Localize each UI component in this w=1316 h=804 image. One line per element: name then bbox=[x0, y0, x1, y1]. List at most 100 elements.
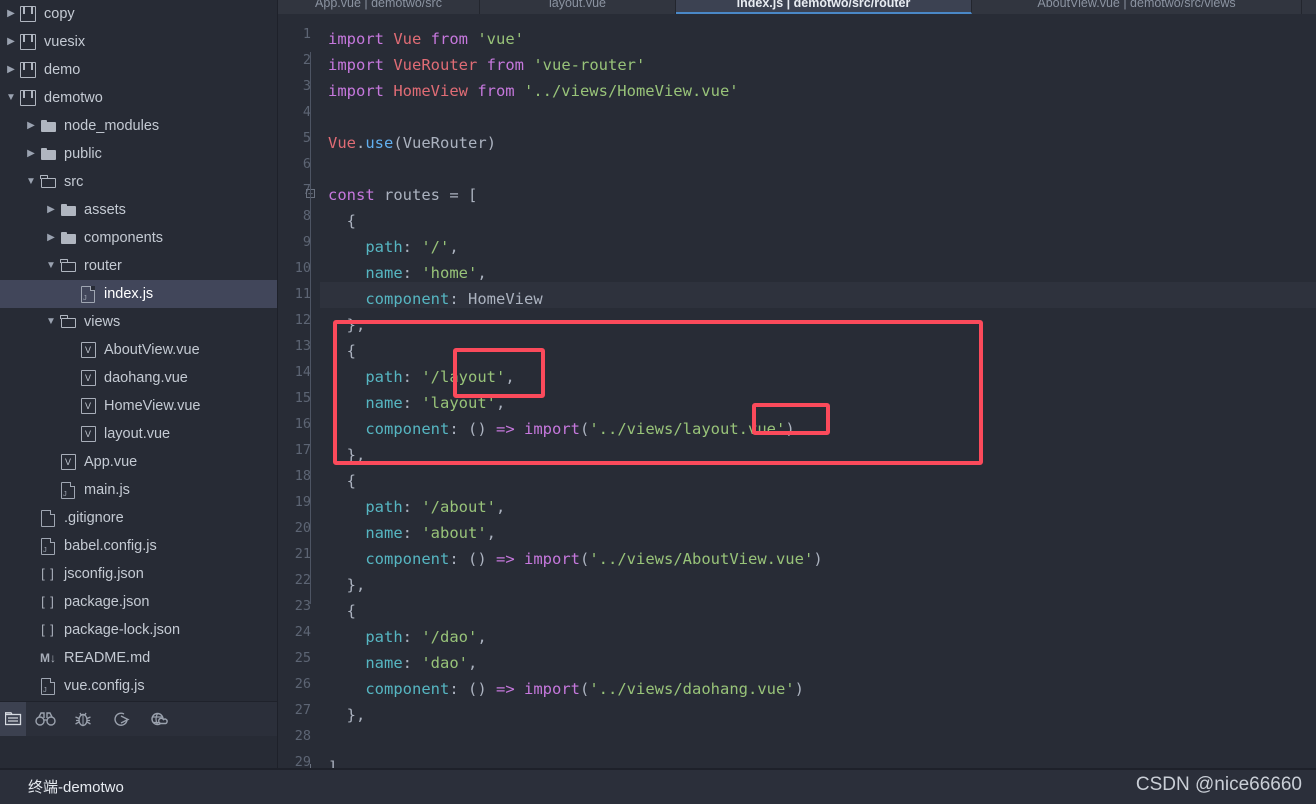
project-icon[interactable] bbox=[0, 702, 26, 736]
code-token: routes bbox=[384, 186, 440, 204]
editor-tab[interactable]: layout.vue bbox=[480, 0, 676, 14]
code-line[interactable]: name: 'dao', bbox=[328, 650, 477, 676]
folder-icon bbox=[38, 118, 58, 134]
tree-item[interactable]: ▶ node_modules bbox=[0, 112, 278, 140]
tree-item[interactable]: [ ] package-lock.json bbox=[0, 616, 278, 644]
tree-item[interactable]: ▶ demo bbox=[0, 56, 278, 84]
tree-item[interactable]: Jmain.js bbox=[0, 476, 278, 504]
tree-item[interactable]: ▼ src bbox=[0, 168, 278, 196]
code-line[interactable]: name: 'layout', bbox=[328, 390, 505, 416]
code-token: name bbox=[365, 394, 403, 412]
tree-item[interactable]: ▶ assets bbox=[0, 196, 278, 224]
find-icon[interactable] bbox=[26, 702, 64, 736]
line-number: 10 bbox=[294, 260, 311, 276]
tree-item[interactable]: ▶ vuesix bbox=[0, 28, 278, 56]
code-line[interactable]: }, bbox=[328, 312, 366, 338]
tree-item[interactable]: Vdaohang.vue bbox=[0, 364, 278, 392]
tree-item[interactable]: V HomeView.vue bbox=[0, 392, 278, 420]
line-number-gutter[interactable]: 1234567–89101112131415161718192021222324… bbox=[278, 14, 320, 773]
tree-item[interactable]: ▶ copy bbox=[0, 0, 278, 28]
tree-item-label: jsconfig.json bbox=[64, 566, 144, 582]
chevron-right-icon[interactable]: ▶ bbox=[44, 224, 58, 252]
code-line[interactable]: name: 'about', bbox=[328, 520, 496, 546]
tree-item-selected[interactable]: Jindex.js bbox=[0, 280, 278, 308]
editor-tab-active[interactable]: index.js | demotwo/src/router bbox=[676, 0, 972, 14]
terminal-tab-label[interactable]: 终端-demotwo bbox=[28, 776, 124, 797]
code-token: : bbox=[402, 498, 422, 516]
sidebar-tool-strip bbox=[0, 701, 278, 736]
tree-item[interactable]: ▶ components bbox=[0, 224, 278, 252]
chevron-down-icon[interactable]: ▼ bbox=[24, 168, 38, 196]
code-line[interactable]: { bbox=[328, 208, 356, 234]
chevron-right-icon[interactable]: ▶ bbox=[4, 56, 18, 84]
code-line[interactable]: }, bbox=[328, 702, 366, 728]
editor-body[interactable]: 1234567–89101112131415161718192021222324… bbox=[278, 14, 1316, 776]
tree-item[interactable]: Jvue.config.js bbox=[0, 672, 278, 700]
code-line[interactable]: component: () => import('../views/AboutV… bbox=[328, 546, 823, 572]
tree-item[interactable]: [ ] jsconfig.json bbox=[0, 560, 278, 588]
editor-tab-bar[interactable]: App.vue | demotwo/src layout.vue index.js … bbox=[278, 0, 1316, 14]
tree-item-label: daohang.vue bbox=[104, 370, 188, 386]
tree-item[interactable]: ▼ router bbox=[0, 252, 278, 280]
code-token: : bbox=[402, 524, 422, 542]
chevron-right-icon[interactable]: ▶ bbox=[24, 140, 38, 168]
run-icon[interactable] bbox=[102, 702, 140, 736]
code-line[interactable]: component: HomeView bbox=[328, 286, 542, 312]
code-token: () bbox=[468, 420, 487, 438]
code-token: ) bbox=[813, 550, 823, 568]
code-line[interactable]: }, bbox=[328, 572, 366, 598]
code-token: 'home' bbox=[421, 264, 478, 282]
code-line[interactable]: { bbox=[328, 338, 356, 364]
chevron-right-icon[interactable]: ▶ bbox=[24, 112, 38, 140]
code-line[interactable]: component: () => import('../views/daohan… bbox=[328, 676, 804, 702]
vue-file-icon: V bbox=[78, 398, 98, 414]
tree-item[interactable]: Jbabel.config.js bbox=[0, 532, 278, 560]
code-line[interactable]: Vue.use(VueRouter) bbox=[328, 130, 496, 156]
code-token: import bbox=[328, 30, 394, 48]
tree-item[interactable]: [ ] package.json bbox=[0, 588, 278, 616]
code-line[interactable]: path: '/', bbox=[328, 234, 458, 260]
code-line[interactable]: component: () => import('../views/layout… bbox=[328, 416, 794, 442]
code-line[interactable]: path: '/layout', bbox=[328, 364, 514, 390]
code-content[interactable]: import Vue from 'vue' import VueRouter fr… bbox=[328, 14, 1316, 776]
chevron-down-icon[interactable]: ▼ bbox=[4, 84, 18, 112]
code-line[interactable]: path: '/about', bbox=[328, 494, 505, 520]
services-icon[interactable] bbox=[140, 702, 178, 736]
project-tree[interactable]: ▶ copy ▶ vuesix ▶ demo ▼ demotwo ▶ node_modules ▶ p… bbox=[0, 0, 278, 722]
tree-item[interactable]: M↓ README.md bbox=[0, 644, 278, 672]
tree-item[interactable]: Vlayout.vue bbox=[0, 420, 278, 448]
debug-icon[interactable] bbox=[64, 702, 102, 736]
tree-item[interactable]: .gitignore bbox=[0, 504, 278, 532]
code-line[interactable]: import HomeView from '../views/HomeView.… bbox=[328, 78, 739, 104]
chevron-right-icon[interactable]: ▶ bbox=[4, 0, 18, 28]
chevron-down-icon[interactable]: ▼ bbox=[44, 252, 58, 280]
code-token: import bbox=[524, 680, 580, 698]
code-line[interactable]: { bbox=[328, 468, 356, 494]
code-line[interactable]: name: 'home', bbox=[328, 260, 486, 286]
line-number: 12 bbox=[294, 312, 311, 328]
code-line[interactable]: { bbox=[328, 598, 356, 624]
code-token: , bbox=[486, 524, 496, 542]
editor-tab[interactable]: App.vue | demotwo/src bbox=[278, 0, 480, 14]
code-line[interactable]: path: '/dao', bbox=[328, 624, 486, 650]
code-line[interactable]: import Vue from 'vue' bbox=[328, 26, 524, 52]
tree-item[interactable]: V App.vue bbox=[0, 448, 278, 476]
tree-item-label: index.js bbox=[104, 286, 154, 302]
code-line[interactable]: }, bbox=[328, 442, 366, 468]
tree-item[interactable]: V AboutView.vue bbox=[0, 336, 278, 364]
line-number: 1 bbox=[302, 26, 311, 42]
chevron-down-icon[interactable]: ▼ bbox=[44, 308, 58, 336]
code-line[interactable]: import VueRouter from 'vue-router' bbox=[328, 52, 645, 78]
tree-item[interactable]: ▶ public bbox=[0, 140, 278, 168]
tree-item[interactable]: ▼ demotwo bbox=[0, 84, 278, 112]
line-number: 27 bbox=[294, 702, 311, 718]
chevron-right-icon[interactable]: ▶ bbox=[44, 196, 58, 224]
editor-tab[interactable]: AboutView.vue | demotwo/src/views bbox=[972, 0, 1302, 14]
code-line[interactable]: const routes = [ bbox=[328, 182, 477, 208]
tree-item[interactable]: ▼ views bbox=[0, 308, 278, 336]
vue-file-icon: V bbox=[78, 426, 98, 442]
chevron-right-icon[interactable]: ▶ bbox=[4, 28, 18, 56]
project-glyph bbox=[4, 712, 21, 726]
